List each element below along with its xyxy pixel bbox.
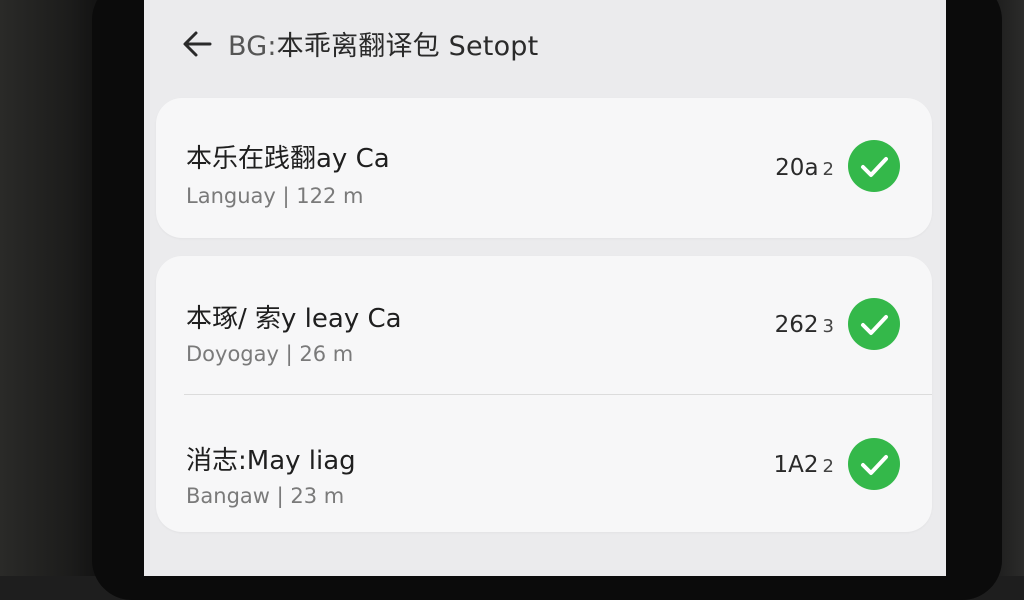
pack-count-main: 1A2 (773, 452, 819, 478)
pack-count-main: 20a (775, 155, 819, 181)
back-arrow-icon[interactable] (180, 26, 216, 62)
phone-screen: BG:本乖离翻译包 Setopt 本乐在践翻ay Ca Languay | 12… (144, 0, 946, 576)
language-pack-row[interactable]: 消志:May liag Bangaw | 23 m 1A2 2 (156, 394, 932, 532)
check-circle-icon[interactable] (848, 140, 900, 192)
pack-count-small: 2 (822, 159, 834, 180)
page-title: BG:本乖离翻译包 Setopt (228, 24, 538, 63)
language-pack-card: 本琢/ 索y leay Ca Doyogay | 26 m 262 3 消志:Ma… (156, 256, 932, 532)
pack-count: 20a 2 (775, 155, 834, 181)
pack-count-small: 3 (822, 316, 834, 337)
language-pack-card: 本乐在践翻ay Ca Languay | 122 m 20a 2 (156, 98, 932, 238)
pack-count-main: 262 (774, 312, 819, 338)
pack-title: 本乐在践翻ay Ca (186, 144, 390, 174)
background-left (0, 0, 100, 576)
pack-subtitle: Doyogay | 26 m (186, 342, 354, 366)
pack-subtitle: Bangaw | 23 m (186, 484, 345, 508)
pack-title: 本琢/ 索y leay Ca (186, 304, 402, 334)
check-circle-icon[interactable] (848, 438, 900, 490)
pack-title: 消志:May liag (186, 446, 356, 476)
header-bar: BG:本乖离翻译包 Setopt (144, 0, 946, 90)
pack-count-small: 2 (822, 456, 834, 477)
page-title-main: 本乖离翻译包 Setopt (276, 31, 539, 62)
language-pack-row[interactable]: 本乐在践翻ay Ca Languay | 122 m 20a 2 (156, 98, 932, 236)
pack-count: 1A2 2 (774, 452, 834, 478)
pack-subtitle: Languay | 122 m (186, 184, 364, 208)
language-pack-row[interactable]: 本琢/ 索y leay Ca Doyogay | 26 m 262 3 (156, 256, 932, 395)
pack-count: 262 3 (775, 312, 834, 338)
check-circle-icon[interactable] (848, 298, 900, 350)
page-title-prefix: BG: (228, 31, 277, 62)
